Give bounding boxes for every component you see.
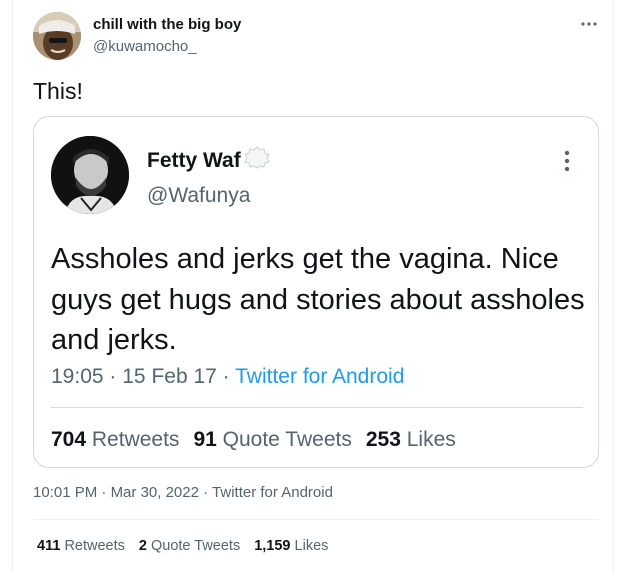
- stats-divider: [33, 519, 599, 520]
- quoted-quotes-label: Quote Tweets: [222, 428, 352, 451]
- tweet-time[interactable]: 10:01 PM: [33, 484, 97, 501]
- quoted-author-handle[interactable]: @Wafunya: [147, 184, 250, 208]
- more-horizontal-icon[interactable]: [578, 14, 600, 34]
- tweet-date[interactable]: Mar 30, 2022: [111, 484, 199, 501]
- author-handle[interactable]: @kuwamocho_: [93, 38, 197, 55]
- quoted-tweet-text: Assholes and jerks get the vagina. Nice …: [51, 243, 585, 356]
- quoted-retweets-count: 704: [51, 428, 87, 451]
- quoted-retweets-stat[interactable]: 704 Retweets: [51, 428, 179, 451]
- tweet-text: This!: [33, 78, 83, 104]
- likes-stat[interactable]: 1,159 Likes: [254, 538, 328, 554]
- author-avatar[interactable]: [33, 12, 81, 60]
- quoted-quotes-count: 91: [193, 428, 217, 451]
- more-vertical-icon[interactable]: [561, 148, 573, 174]
- quoted-divider: [51, 407, 583, 408]
- quoted-likes-stat[interactable]: 253 Likes: [366, 428, 456, 451]
- quoted-likes-count: 253: [365, 428, 401, 451]
- quoted-meta-separator: ·: [109, 365, 117, 388]
- quotes-count: 2: [138, 538, 147, 554]
- quoted-tweet-source[interactable]: Twitter for Android: [235, 365, 404, 388]
- quoted-meta-separator: ·: [222, 365, 230, 388]
- quoted-tweet-meta: 19:05 · 15 Feb 17 · Twitter for Android: [51, 365, 404, 389]
- verified-badge-icon: [243, 145, 271, 169]
- quoted-likes-label: Likes: [406, 428, 456, 451]
- quoted-author-avatar-image: [51, 136, 129, 214]
- quoted-author-avatar[interactable]: [51, 136, 129, 214]
- tweet-source[interactable]: Twitter for Android: [212, 484, 333, 501]
- retweets-count: 411: [37, 538, 61, 554]
- likes-count: 1,159: [254, 538, 291, 554]
- tweet-meta: 10:01 PM · Mar 30, 2022 · Twitter for An…: [33, 484, 333, 501]
- author-display-name[interactable]: chill with the big boy: [93, 16, 241, 33]
- quoted-quotes-stat[interactable]: 91 Quote Tweets: [193, 428, 351, 451]
- quotes-stat[interactable]: 2 Quote Tweets: [139, 538, 240, 554]
- retweets-label: Retweets: [64, 538, 125, 554]
- quoted-tweet-date[interactable]: 15 Feb 17: [122, 365, 217, 388]
- author-avatar-image: [33, 12, 81, 60]
- quotes-label: Quote Tweets: [151, 538, 241, 554]
- quoted-author-display-name[interactable]: Fetty Waf: [147, 149, 241, 173]
- meta-separator: ·: [203, 484, 209, 501]
- quoted-tweet-card[interactable]: Fetty Waf @Wafunya Assholes and jerks ge…: [33, 116, 599, 468]
- quoted-tweet-time[interactable]: 19:05: [51, 365, 104, 388]
- quoted-retweets-label: Retweets: [91, 428, 180, 451]
- meta-separator: ·: [101, 484, 107, 501]
- quoted-tweet-stats: 704 Retweets 91 Quote Tweets 253 Likes: [51, 428, 456, 452]
- likes-label: Likes: [294, 538, 329, 554]
- tweet-stats: 411 Retweets 2 Quote Tweets 1,159 Likes: [37, 538, 328, 554]
- retweets-stat[interactable]: 411 Retweets: [37, 538, 125, 554]
